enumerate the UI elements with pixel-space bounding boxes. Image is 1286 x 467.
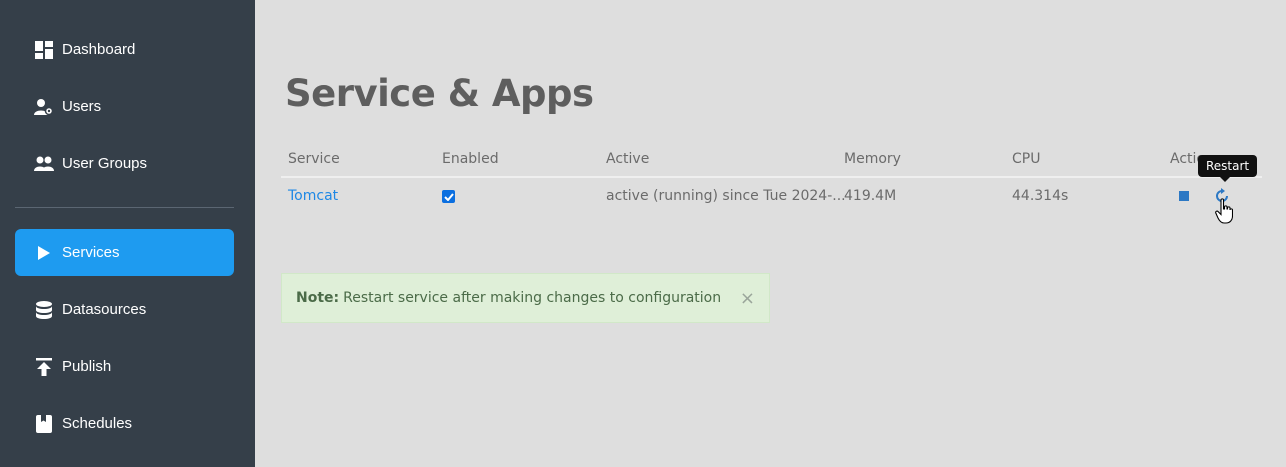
- book-icon: [34, 414, 54, 434]
- page-title: Service & Apps: [285, 72, 594, 115]
- column-header-enabled[interactable]: Enabled: [442, 151, 499, 167]
- service-name-cell: Tomcat: [288, 188, 338, 204]
- restart-tooltip: Restart: [1198, 155, 1258, 182]
- services-table: Service Enabled Active Memory CPU Actio …: [281, 142, 1262, 216]
- sidebar-item-schedules[interactable]: Schedules: [15, 400, 234, 447]
- sidebar-divider: [15, 207, 234, 208]
- sidebar: Dashboard Users User Groups Services Dat…: [0, 0, 255, 467]
- column-header-service[interactable]: Service: [288, 151, 340, 167]
- table-header: Service Enabled Active Memory CPU Actio: [281, 142, 1262, 178]
- sidebar-item-label: Schedules: [62, 415, 133, 432]
- sidebar-item-label: Publish: [62, 358, 112, 375]
- user-group-icon: [34, 154, 54, 174]
- column-header-active[interactable]: Active: [606, 151, 649, 167]
- close-icon[interactable]: ×: [740, 288, 755, 309]
- sidebar-item-publish[interactable]: Publish: [15, 343, 234, 390]
- service-link[interactable]: Tomcat: [288, 188, 338, 204]
- database-icon: [34, 300, 54, 320]
- upload-icon: [34, 357, 54, 377]
- column-header-memory[interactable]: Memory: [844, 151, 901, 167]
- sidebar-item-users[interactable]: Users: [15, 83, 234, 130]
- play-icon: [34, 243, 54, 263]
- user-gear-icon: [34, 97, 54, 117]
- sidebar-item-services[interactable]: Services: [15, 229, 234, 276]
- sidebar-item-label: Services: [62, 244, 120, 261]
- memory-cell: 419.4M: [844, 188, 897, 204]
- stop-button[interactable]: [1179, 191, 1189, 201]
- hand-cursor-icon: [1215, 198, 1233, 224]
- sidebar-item-label: Users: [62, 98, 102, 115]
- cpu-cell: 44.314s: [1012, 188, 1069, 204]
- alert-text: Restart service after making changes to …: [343, 290, 722, 306]
- sidebar-item-dashboard[interactable]: Dashboard: [15, 26, 234, 73]
- column-header-cpu[interactable]: CPU: [1012, 151, 1040, 167]
- sidebar-item-label: User Groups: [62, 155, 148, 172]
- table-row: Tomcat active (running) since Tue 2024-.…: [281, 178, 1262, 216]
- sidebar-item-label: Dashboard: [62, 41, 136, 58]
- dashboard-icon: [34, 40, 54, 60]
- active-status-cell: active (running) since Tue 2024-...: [606, 188, 846, 204]
- alert-prefix: Note:: [296, 290, 340, 306]
- main-content: Service & Apps Service Enabled Active Me…: [255, 0, 1286, 467]
- sidebar-item-datasources[interactable]: Datasources: [15, 286, 234, 333]
- sidebar-item-user-groups[interactable]: User Groups: [15, 140, 234, 187]
- sidebar-item-label: Datasources: [62, 301, 147, 318]
- enabled-checkbox[interactable]: [442, 190, 455, 203]
- note-alert: Note: Restart service after making chang…: [281, 273, 770, 323]
